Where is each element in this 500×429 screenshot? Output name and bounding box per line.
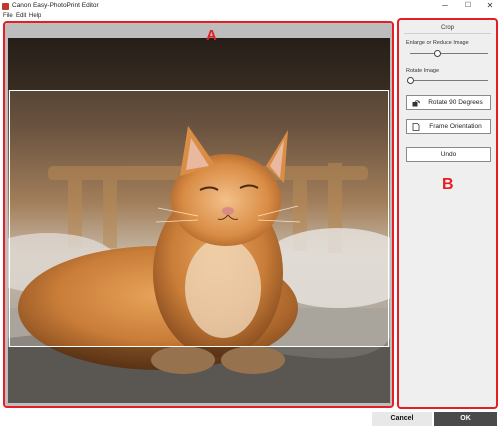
enlarge-slider-thumb[interactable] [433, 50, 441, 57]
panel-divider [404, 33, 491, 34]
rotate-90-label: Rotate 90 Degrees [428, 99, 483, 106]
enlarge-slider[interactable] [410, 53, 488, 54]
crop-panel: Crop Enlarge or Reduce Image Rotate Imag… [397, 18, 498, 409]
title-bar: Canon Easy-PhotoPrint Editor ─ ☐ ✕ [0, 0, 500, 13]
cancel-button[interactable]: Cancel [372, 412, 432, 426]
photo-image[interactable] [8, 38, 390, 403]
menu-help[interactable]: Help [29, 13, 41, 19]
rotate-slider[interactable] [410, 80, 488, 81]
crop-mask-bottom [8, 347, 390, 403]
rotate-label: Rotate Image [406, 68, 440, 74]
rotate-90-icon [412, 100, 420, 107]
app-icon [2, 3, 9, 10]
undo-button[interactable]: Undo [406, 147, 491, 162]
window-title: Canon Easy-PhotoPrint Editor [12, 2, 99, 9]
panel-title: Crop [440, 25, 454, 31]
crop-mask-top [8, 38, 390, 90]
undo-label: Undo [440, 151, 457, 158]
minimize-button[interactable]: ─ [434, 0, 456, 12]
frame-orientation-label: Frame Orientation [429, 123, 482, 130]
marker-b: B [442, 176, 454, 193]
enlarge-label: Enlarge or Reduce Image [406, 40, 469, 46]
menu-file[interactable]: File [3, 13, 13, 19]
marker-a: A [206, 27, 217, 44]
rotate-90-button[interactable]: Rotate 90 Degrees [406, 95, 491, 110]
preview-area [3, 21, 394, 408]
menu-edit[interactable]: Edit [16, 13, 26, 19]
maximize-button[interactable]: ☐ [457, 0, 479, 12]
rotate-slider-thumb[interactable] [406, 77, 414, 84]
crop-frame[interactable] [9, 90, 389, 347]
frame-orientation-icon [412, 123, 420, 131]
frame-orientation-button[interactable]: Frame Orientation [406, 119, 491, 134]
ok-button[interactable]: OK [434, 412, 497, 426]
close-button[interactable]: ✕ [479, 0, 500, 12]
